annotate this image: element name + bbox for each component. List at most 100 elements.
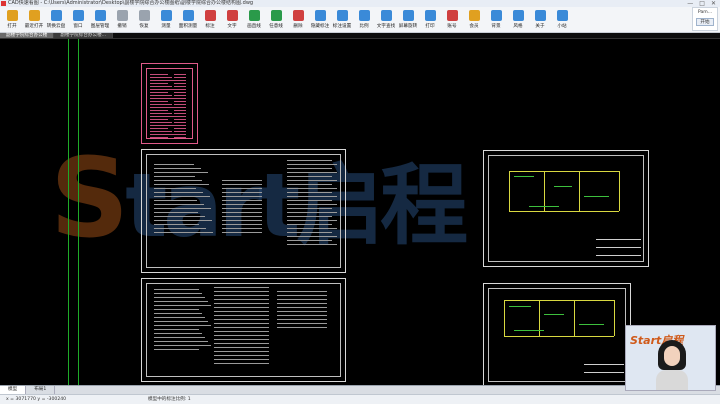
document-tab-1[interactable]: 副楼学院综合办公楼: [0, 33, 55, 38]
drawing-stroke: [174, 83, 186, 84]
close-button[interactable]: ✕: [711, 0, 716, 7]
toolbar-button-label: 打印: [425, 24, 435, 29]
drawing-stroke: [277, 311, 327, 312]
toolbar-button-9[interactable]: 标注: [199, 7, 221, 33]
print-icon: [424, 10, 436, 21]
drawing-stroke: [287, 164, 337, 165]
toolbar-button-21[interactable]: 会员: [463, 7, 485, 33]
toolbar-button-0[interactable]: 打开: [1, 7, 23, 33]
drawing-stroke: [154, 188, 196, 189]
toolbar-button-18[interactable]: 屏幕旋转: [397, 7, 419, 33]
toolbar-button-label: 屏幕旋转: [398, 24, 418, 29]
drawing-stroke: [214, 311, 269, 312]
drawing-stroke: [154, 200, 197, 201]
drawing-stroke: [150, 116, 176, 117]
drawing-stroke: [214, 315, 269, 316]
toolbar-button-4[interactable]: 图层管理: [89, 7, 111, 33]
toolbar-button-6[interactable]: 恢复: [133, 7, 155, 33]
document-tab-2[interactable]: 副楼学院综合办公楼...: [54, 33, 114, 38]
toolbar-button-7[interactable]: 测量: [155, 7, 177, 33]
drawing-stroke: [174, 122, 186, 123]
open-icon: [6, 10, 18, 21]
drawing-stroke: [509, 171, 510, 211]
toolbar-button-19[interactable]: 打印: [419, 7, 441, 33]
toolbar-button-16[interactable]: 比例: [353, 7, 375, 33]
drawing-stroke: [287, 192, 332, 193]
vip-icon: [468, 10, 480, 21]
maximize-button[interactable]: □: [699, 0, 705, 7]
toolbar-button-22[interactable]: 背景: [485, 7, 507, 33]
line-icon: [248, 10, 260, 21]
drawing-stroke: [154, 301, 208, 302]
layers-icon: [94, 10, 106, 21]
drawing-stroke: [150, 77, 172, 78]
toolbar-button-17[interactable]: 文字查找: [375, 7, 397, 33]
drawing-stroke: [214, 331, 269, 332]
drawing-stroke: [154, 220, 212, 221]
toolbar-button-10[interactable]: 文字: [221, 7, 243, 33]
drawing-stroke: [596, 239, 641, 240]
toolbar-button-8[interactable]: 面积测量: [177, 7, 199, 33]
drawing-stroke: [174, 92, 186, 93]
toolbar-button-label: 画直线: [247, 24, 261, 29]
app-icon: [1, 1, 6, 6]
tab-layout1[interactable]: 布局1: [26, 386, 56, 394]
minimize-button[interactable]: —: [687, 0, 693, 7]
drawing-index-sheet[interactable]: [141, 63, 198, 144]
drawing-canvas[interactable]: Start启程: [0, 39, 720, 385]
design-notes-sheet-2[interactable]: [141, 278, 346, 382]
drawing-stroke: [154, 289, 199, 290]
drawing-stroke: [287, 220, 337, 221]
toolbar-button-20[interactable]: 账号: [441, 7, 463, 33]
toolbar-button-14[interactable]: 隐藏标注: [309, 7, 331, 33]
drawing-stroke: [287, 244, 337, 245]
toolbar-button-5[interactable]: 撤销: [111, 7, 133, 33]
toolbar-button-1[interactable]: 最近打开: [23, 7, 45, 33]
toolbar-button-11[interactable]: 画直线: [243, 7, 265, 33]
drawing-stroke: [277, 299, 327, 300]
drawing-stroke: [154, 204, 204, 205]
toolbar-button-15[interactable]: 标注设置: [331, 7, 353, 33]
toolbar-button-label: 转换云盘: [46, 24, 66, 29]
drawing-stroke: [509, 211, 619, 212]
delete-icon: [292, 10, 304, 21]
drawing-stroke: [150, 89, 176, 90]
tab-model[interactable]: 模型: [0, 386, 27, 394]
drawing-stroke: [277, 307, 327, 308]
account-icon: [446, 10, 458, 21]
floor-plan-sheet-2[interactable]: [483, 283, 631, 385]
toolbar-button-label: 任意线: [269, 24, 283, 29]
toolbar-button-12[interactable]: 任意线: [265, 7, 287, 33]
toolbar-button-3[interactable]: 窗口: [67, 7, 89, 33]
drawing-stroke: [287, 176, 332, 177]
toolbar-button-23[interactable]: 风格: [507, 7, 529, 33]
find-icon: [380, 10, 392, 21]
drawing-stroke: [174, 104, 186, 105]
drawing-stroke: [222, 216, 262, 217]
toolbar-button-25[interactable]: 小站: [551, 7, 573, 33]
toolbar-button-label: 撤销: [117, 24, 127, 29]
drawing-stroke: [287, 208, 332, 209]
toolbar-button-2[interactable]: 转换云盘: [45, 7, 67, 33]
window-title: CAD快速看图 - C:\Users\Administrator\Desktop…: [8, 0, 254, 6]
about-icon: [534, 10, 546, 21]
design-notes-sheet-1[interactable]: [141, 149, 346, 273]
drawing-stroke: [150, 113, 172, 114]
drawing-stroke: [154, 321, 208, 322]
drawing-stroke: [277, 291, 327, 292]
drawing-stroke: [154, 345, 211, 346]
drawing-stroke: [214, 355, 269, 356]
scale-icon: [358, 10, 370, 21]
drawing-stroke: [154, 341, 208, 342]
area-icon: [182, 10, 194, 21]
drawing-stroke: [584, 372, 624, 373]
drawing-stroke: [150, 134, 176, 135]
floor-plan-sheet-1[interactable]: [483, 150, 649, 267]
drawing-stroke: [596, 247, 641, 248]
toolbar-button-13[interactable]: 删除: [287, 7, 309, 33]
toolbar-button-24[interactable]: 关于: [529, 7, 551, 33]
drawing-stroke: [174, 77, 186, 78]
start-button[interactable]: 开始: [696, 18, 714, 26]
drawing-stroke: [174, 125, 186, 126]
drawing-stroke: [174, 74, 186, 75]
